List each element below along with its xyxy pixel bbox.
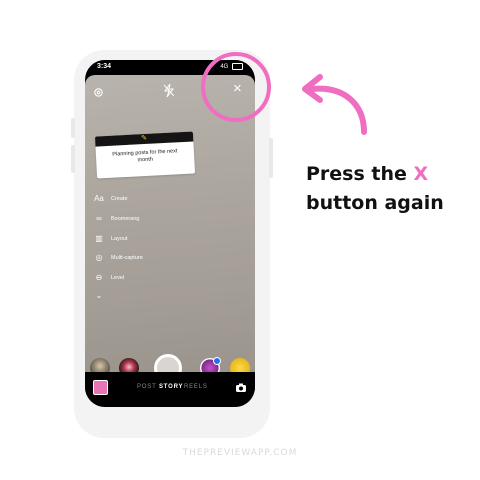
- tool-label: Boomerang: [111, 215, 140, 222]
- instruction-caption: Press the X button again: [306, 160, 476, 218]
- mode-story[interactable]: STORY: [159, 384, 183, 390]
- caption-line-2: button again: [306, 192, 444, 214]
- flip-camera-icon[interactable]: [235, 381, 247, 393]
- curved-arrow-icon: [298, 72, 370, 141]
- tool-boomerang[interactable]: ∞ Boomerang: [93, 214, 139, 223]
- mode-post[interactable]: POST: [137, 384, 157, 390]
- caption-line-1: Press the X: [306, 160, 476, 189]
- caption-accent: X: [413, 163, 429, 185]
- level-icon: ⊖: [95, 273, 103, 282]
- gallery-thumbnail[interactable]: [93, 380, 108, 395]
- tool-level[interactable]: ⊖ Level: [93, 273, 125, 282]
- gear-icon[interactable]: [93, 85, 104, 103]
- highlight-circle: [201, 52, 271, 122]
- tools-expand[interactable]: ⌄: [93, 291, 111, 300]
- caption-text: Press the: [306, 163, 414, 185]
- chevron-down-icon: ⌄: [95, 291, 103, 300]
- tool-multi-capture[interactable]: ◎ Multi-capture: [93, 253, 143, 262]
- tool-layout[interactable]: ▥ Layout: [93, 234, 128, 243]
- layout-icon: ▥: [95, 234, 103, 243]
- phone-power-button: [269, 138, 273, 178]
- question-sticker[interactable]: ✎ Planning posts for the next month: [94, 131, 196, 179]
- sticker-text: Planning posts for the next month: [112, 148, 178, 164]
- status-time: 3:34: [97, 63, 112, 70]
- mode-reels[interactable]: REELS: [184, 384, 208, 390]
- flash-off-icon[interactable]: [163, 83, 175, 102]
- filter-effect-3-badge: [213, 357, 221, 365]
- tool-create[interactable]: Aa Create: [93, 194, 128, 203]
- tool-label: Multi-capture: [111, 254, 143, 261]
- camera-bottom-bar: POST STORY REELS: [85, 372, 255, 407]
- phone-side-button: [71, 118, 75, 138]
- footer-watermark: THEPREVIEWAPP.COM: [182, 448, 298, 458]
- tool-label: Level: [111, 274, 125, 281]
- notch: [137, 60, 203, 74]
- text-icon: Aa: [94, 194, 104, 203]
- multi-capture-icon: ◎: [95, 253, 103, 262]
- tool-label: Layout: [111, 235, 128, 242]
- phone-volume-button: [71, 145, 75, 173]
- tool-label: Create: [111, 195, 128, 202]
- infinity-icon: ∞: [96, 214, 102, 223]
